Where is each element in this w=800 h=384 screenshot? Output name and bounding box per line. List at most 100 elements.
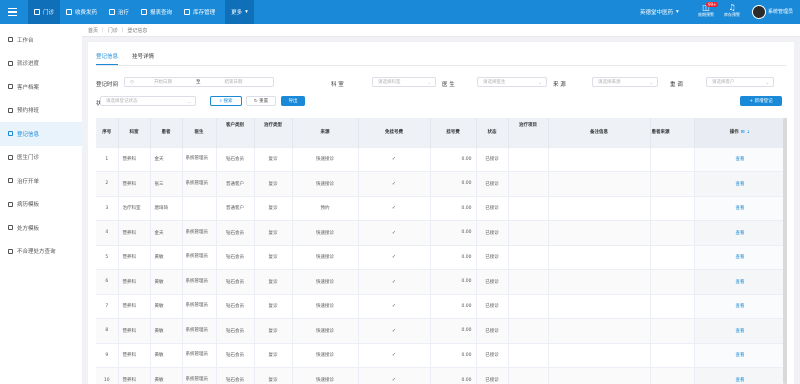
view-link[interactable]: 查看	[736, 206, 745, 211]
inventory-icon	[184, 9, 191, 15]
workbench-icon	[8, 37, 13, 43]
cell-fee: 0.00	[430, 293, 477, 319]
cell-remark	[548, 220, 651, 245]
view-link[interactable]: 查看	[736, 304, 745, 309]
table-row: 6 营养科 黄敏 系统管理员 钻石会员 复诊 快速接诊 ✓ 0.00 已接诊 查…	[96, 269, 787, 294]
tab-registration-detail[interactable]: 挂号详情	[132, 52, 154, 65]
sidebar-item-progress[interactable]: 就诊进度	[0, 52, 82, 76]
customer-select[interactable]: 请选择客户 ⌄	[706, 77, 774, 87]
search-button[interactable]: ⌕ 搜索	[210, 96, 242, 106]
sidebar-item-treatment-order[interactable]: 治疗开单	[0, 169, 82, 193]
table-row: 4 营养科 金天 系统管理员 钻石会员 复诊 快速接诊 ✓ 0.00 已接诊 查…	[96, 220, 787, 245]
nav-item-reports[interactable]: 报表查询	[135, 0, 178, 24]
reset-button[interactable]: ↻ 重置	[246, 96, 276, 106]
check-icon: ✓	[358, 269, 431, 294]
breadcrumb-separator: |	[121, 27, 124, 33]
sidebar-item-prescription-template[interactable]: 处方模板	[0, 216, 82, 240]
cell-source: 快速接诊	[292, 220, 359, 245]
top-nav-bar: 门诊 收费发药 治疗 报表查询 库存管理 更多 ▾ 英德堂中医药 ▾ ◫ 99+ 效…	[0, 0, 800, 24]
cell-status: 已接诊	[476, 367, 509, 384]
cell-dept: 营养科	[118, 293, 151, 319]
view-link[interactable]: 查看	[736, 353, 745, 358]
col-header-patient-source: 患者来源	[650, 118, 695, 147]
cell-status: 已接诊	[476, 244, 509, 270]
cell-no: 3	[96, 195, 119, 221]
cell-treatment-type: 复诊	[254, 269, 293, 294]
dental-label: 重 调	[670, 82, 683, 88]
nav-item-more[interactable]: 更多 ▾	[225, 0, 254, 24]
export-button[interactable]: 导出	[281, 96, 305, 106]
cell-treatment-type: 复诊	[254, 293, 293, 319]
cell-no: 10	[96, 367, 119, 384]
cell-doctor: 系统管理员	[182, 342, 217, 368]
cell-status: 已接诊	[476, 269, 509, 294]
cell-doctor: 系统管理员	[182, 220, 217, 245]
sidebar-item-workbench[interactable]: 工作台	[0, 28, 82, 52]
cell-remark	[548, 367, 651, 384]
sidebar-item-prescription-check[interactable]: 不合理处方查询	[0, 240, 82, 264]
cell-no: 2	[96, 171, 119, 196]
add-registration-button[interactable]: + 新增登记	[740, 96, 782, 106]
check-icon: ✓	[358, 244, 431, 270]
cell-patient: 张三	[150, 171, 183, 196]
avatar[interactable]	[752, 5, 766, 19]
cell-fee: 0.00	[430, 171, 477, 196]
sidebar-item-doctor-clinic[interactable]: 医生门诊	[0, 146, 82, 170]
source-label: 来 源	[553, 82, 566, 88]
cell-remark	[548, 318, 651, 343]
cell-patient: 黄敏	[150, 269, 183, 294]
view-link[interactable]: 查看	[736, 280, 745, 285]
cell-treatment-type: 复诊	[254, 195, 293, 221]
alarm-icon: ♫	[728, 3, 736, 12]
cell-remark	[548, 146, 651, 172]
cell-no: 1	[96, 146, 119, 172]
export-column-icon[interactable]: ⇣	[747, 130, 751, 135]
notification-badge: 99+	[706, 2, 719, 7]
cell-category: 钻石会员	[216, 220, 255, 245]
view-link[interactable]: 查看	[736, 231, 745, 236]
tab-bar: 登记信息 挂号详情	[96, 52, 154, 65]
sidebar-item-registration[interactable]: 登记信息	[0, 122, 82, 146]
nav-item-inventory[interactable]: 库存管理	[178, 0, 221, 24]
cell-remark	[548, 269, 651, 294]
doctor-select[interactable]: 请选择医生 ⌄	[477, 77, 547, 87]
tab-registration-info[interactable]: 登记信息	[96, 52, 119, 65]
source-select[interactable]: 请选择来源 ⌄	[592, 77, 658, 87]
column-settings-icon[interactable]: ⊡	[741, 130, 745, 135]
sidebar-item-customers[interactable]: 客户档案	[0, 75, 82, 99]
table-scrollbar[interactable]	[783, 118, 787, 384]
col-header-fee: 挂号费	[430, 118, 477, 147]
menu-toggle-icon[interactable]	[0, 0, 24, 24]
cell-category: 钻石会员	[216, 269, 255, 294]
user-name[interactable]: 系统管理员	[768, 0, 793, 24]
table-row: 2 营养科 张三 系统管理员 普通客户 复诊 快速接诊 ✓ 0.00 已接诊 查…	[96, 171, 787, 196]
reg-date-range-input[interactable]: ◷ 开始日期 至 结束日期	[124, 77, 274, 87]
nav-item-treatment[interactable]: 治疗	[103, 0, 135, 24]
cell-status: 已接诊	[476, 171, 509, 196]
breadcrumb-outpatient[interactable]: 门诊	[108, 27, 118, 34]
view-link[interactable]: 查看	[736, 329, 745, 334]
view-link[interactable]: 查看	[736, 378, 745, 383]
breadcrumb-home[interactable]: 首页	[88, 27, 98, 34]
stock-alert-button[interactable]: ♫ 库存预警	[720, 3, 744, 18]
status-select[interactable]: 请选择登记状态 ⌄	[100, 96, 196, 106]
sidebar-item-record-template[interactable]: 病历模板	[0, 193, 82, 217]
view-link[interactable]: 查看	[736, 182, 745, 187]
cell-dept: 营养科	[118, 318, 151, 343]
tab-divider	[96, 65, 786, 66]
clinic-selector[interactable]: 英德堂中医药 ▾	[640, 0, 679, 24]
dept-select[interactable]: 请选择科室 ⌄	[372, 77, 436, 87]
cell-action: 查看	[694, 146, 787, 172]
check-icon: ✓	[358, 367, 431, 384]
top-nav-items: 门诊 收费发药 治疗 报表查询 库存管理 更多 ▾	[28, 0, 254, 24]
cell-treatment-item	[508, 244, 549, 270]
sidebar-item-appointments[interactable]: 预约排班	[0, 99, 82, 123]
view-link[interactable]: 查看	[736, 157, 745, 162]
cell-action: 查看	[694, 342, 787, 368]
expiry-alert-button[interactable]: ◫ 99+ 效期预警	[694, 2, 719, 18]
col-header-action: 操作 ⊡ ⇣	[694, 118, 787, 147]
nav-item-outpatient[interactable]: 门诊	[28, 0, 61, 24]
nav-item-charge[interactable]: 收费发药	[60, 0, 103, 24]
cell-dept: 营养科	[118, 220, 151, 245]
view-link[interactable]: 查看	[736, 255, 745, 260]
